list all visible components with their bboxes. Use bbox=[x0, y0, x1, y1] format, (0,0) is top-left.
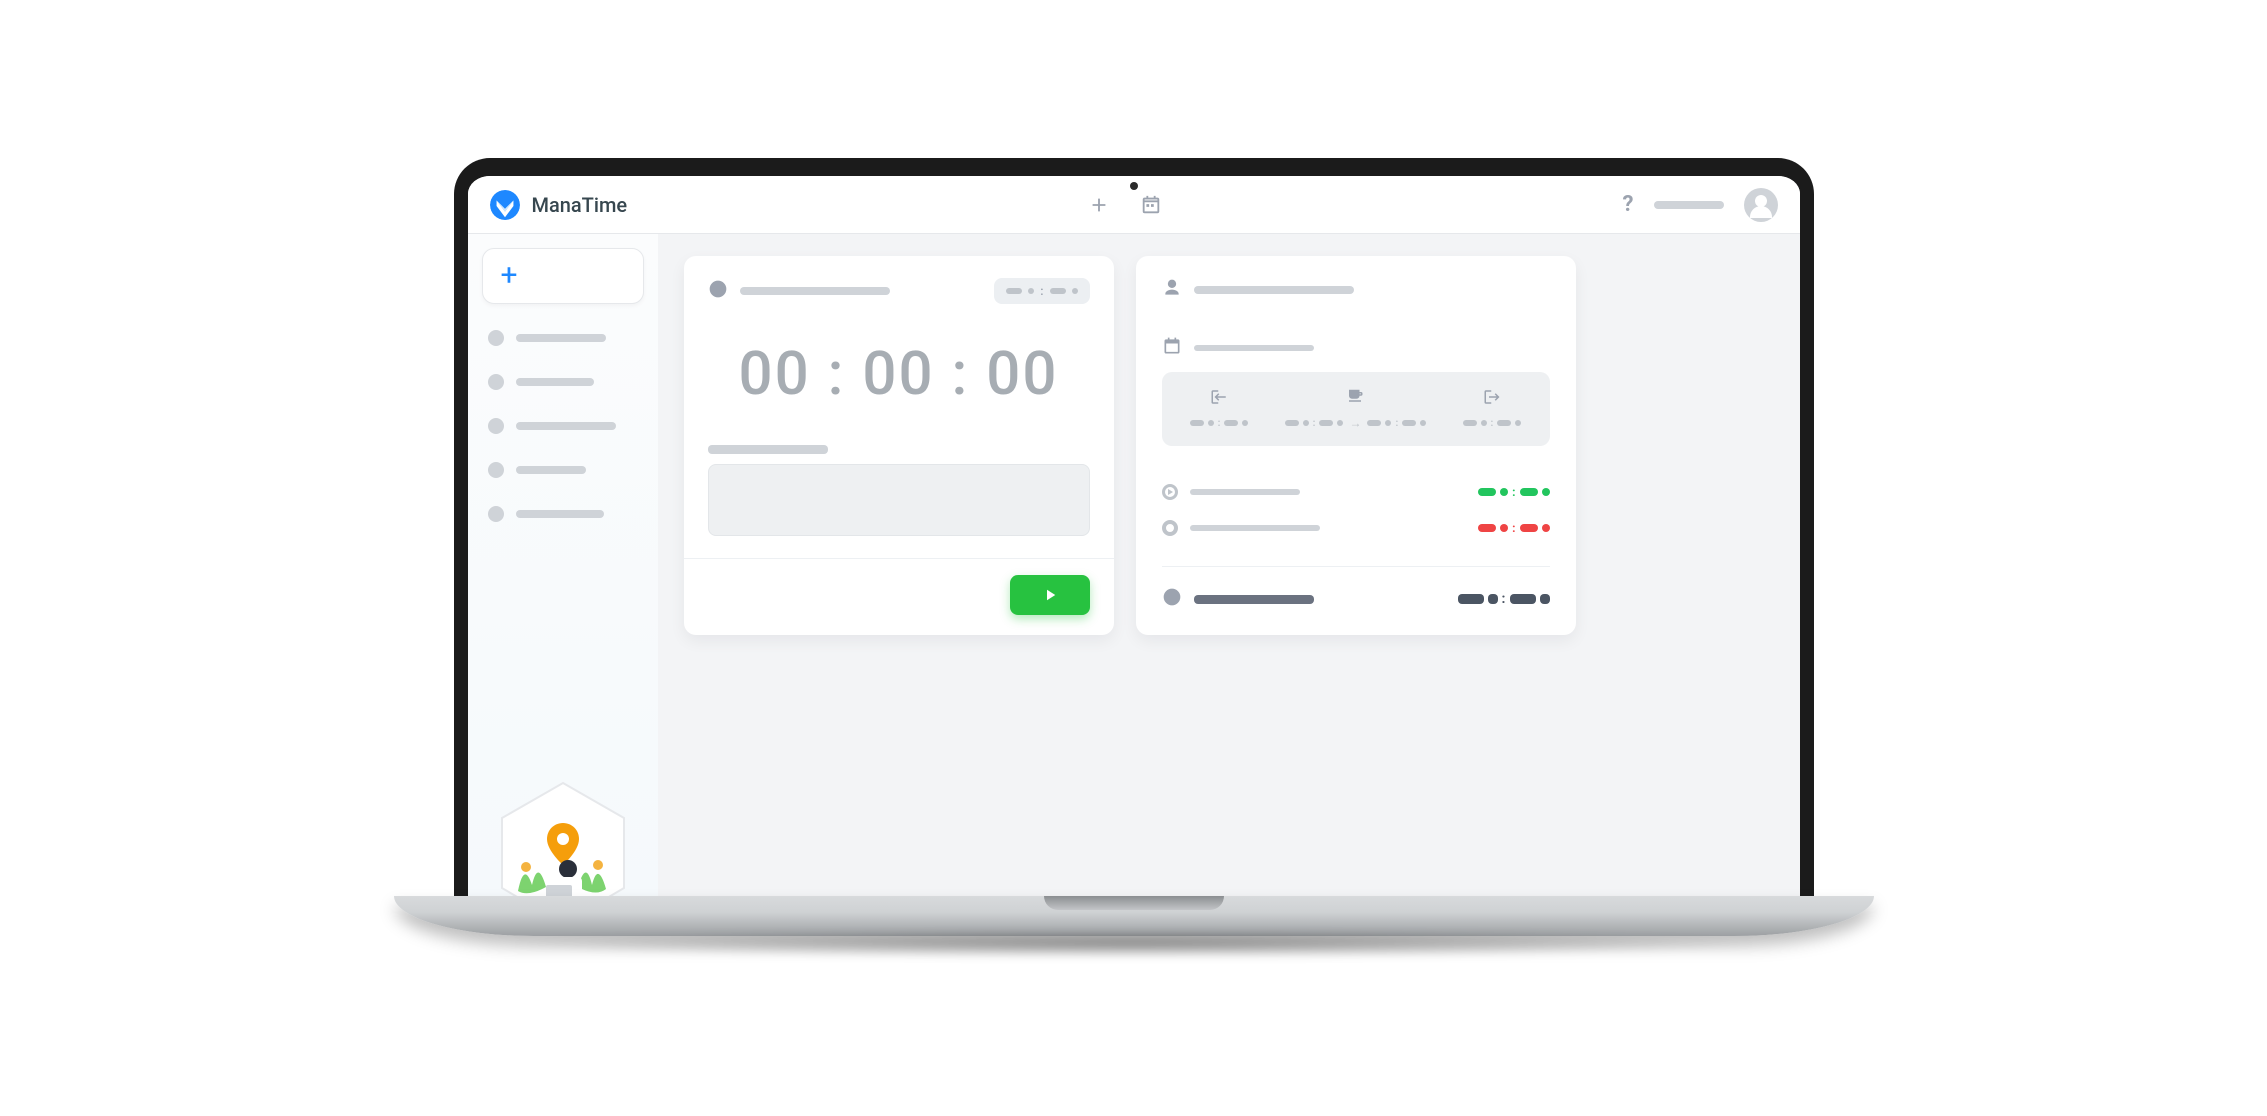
total-row: : bbox=[1162, 587, 1550, 611]
status-list: : : bbox=[1162, 484, 1550, 536]
sidebar-item-dot bbox=[488, 374, 504, 390]
timer-panel-header: : bbox=[708, 278, 1090, 304]
logout-icon bbox=[1483, 388, 1501, 410]
laptop-frame: ManaTime ? bbox=[394, 158, 1874, 958]
laptop-shadow bbox=[497, 930, 1770, 958]
clock-icon bbox=[1162, 587, 1182, 611]
sidebar-illustration bbox=[498, 781, 628, 896]
total-label bbox=[1194, 595, 1314, 604]
sidebar-nav bbox=[482, 330, 644, 522]
brand-name: ManaTime bbox=[532, 193, 628, 217]
status-row-missing: : bbox=[1162, 520, 1550, 536]
add-button[interactable] bbox=[1086, 192, 1112, 218]
sidebar-item-3[interactable] bbox=[488, 462, 644, 478]
sidebar-item-2[interactable] bbox=[488, 418, 644, 434]
notes-label bbox=[708, 445, 828, 454]
help-button[interactable]: ? bbox=[1623, 192, 1634, 217]
schedule-departure: : bbox=[1463, 388, 1522, 429]
sidebar-item-label bbox=[516, 510, 604, 518]
laptop-screen: ManaTime ? bbox=[454, 158, 1814, 896]
status-value-green: : bbox=[1478, 485, 1549, 499]
topbar-right: ? bbox=[1623, 188, 1778, 222]
sidebar-item-0[interactable] bbox=[488, 330, 644, 346]
sidebar: + bbox=[468, 234, 658, 896]
coffee-icon bbox=[1346, 386, 1364, 408]
login-icon bbox=[1210, 388, 1228, 410]
timer-badge[interactable]: : bbox=[994, 278, 1089, 304]
ring-icon bbox=[1162, 520, 1178, 536]
summary-user-row bbox=[1162, 278, 1550, 302]
schedule-box: : : → : bbox=[1162, 372, 1550, 446]
user-avatar[interactable] bbox=[1744, 188, 1778, 222]
divider bbox=[684, 558, 1114, 559]
summary-date-row bbox=[1162, 336, 1550, 360]
summary-date-label bbox=[1194, 345, 1314, 351]
arrow-icon: → bbox=[1349, 416, 1361, 430]
calendar-icon bbox=[1162, 336, 1182, 360]
user-name-placeholder bbox=[1654, 201, 1724, 209]
brand[interactable]: ManaTime bbox=[490, 190, 628, 220]
departure-time: : bbox=[1463, 418, 1522, 429]
total-value: : bbox=[1458, 591, 1550, 607]
divider bbox=[1162, 566, 1550, 567]
start-timer-button[interactable] bbox=[1010, 575, 1090, 615]
topbar-center bbox=[641, 192, 1608, 218]
schedule-arrival: : bbox=[1190, 388, 1249, 429]
sidebar-item-label bbox=[516, 334, 606, 342]
sidebar-add-button[interactable]: + bbox=[482, 248, 644, 304]
schedule-break: : → : bbox=[1285, 386, 1427, 430]
timer-title bbox=[740, 287, 890, 295]
plus-icon: + bbox=[501, 261, 518, 291]
play-outline-icon bbox=[1162, 484, 1178, 500]
sidebar-item-label bbox=[516, 466, 586, 474]
summary-user-label bbox=[1194, 286, 1354, 294]
status-label bbox=[1190, 525, 1320, 531]
break-range: : → : bbox=[1285, 416, 1427, 430]
status-value-red: : bbox=[1478, 521, 1549, 535]
sidebar-item-dot bbox=[488, 418, 504, 434]
main-area: : 00 : 00 : 00 bbox=[658, 234, 1800, 896]
user-icon bbox=[1162, 278, 1182, 302]
calendar-button[interactable] bbox=[1138, 192, 1164, 218]
clock-icon bbox=[708, 279, 728, 303]
brand-logo-icon bbox=[490, 190, 520, 220]
sidebar-item-dot bbox=[488, 506, 504, 522]
timer-display: 00 : 00 : 00 bbox=[708, 338, 1090, 409]
sidebar-item-1[interactable] bbox=[488, 374, 644, 390]
arrival-time: : bbox=[1190, 418, 1249, 429]
summary-panel: : : → : bbox=[1136, 256, 1576, 635]
status-label bbox=[1190, 489, 1300, 495]
app-body: + bbox=[468, 234, 1800, 896]
sidebar-item-4[interactable] bbox=[488, 506, 644, 522]
sidebar-item-dot bbox=[488, 330, 504, 346]
timer-panel: : 00 : 00 : 00 bbox=[684, 256, 1114, 635]
notes-textarea[interactable] bbox=[708, 464, 1090, 536]
laptop-camera bbox=[1130, 182, 1138, 190]
sidebar-item-dot bbox=[488, 462, 504, 478]
app-viewport: ManaTime ? bbox=[468, 176, 1800, 896]
status-row-worked: : bbox=[1162, 484, 1550, 500]
sidebar-item-label bbox=[516, 378, 594, 386]
sidebar-item-label bbox=[516, 422, 616, 430]
